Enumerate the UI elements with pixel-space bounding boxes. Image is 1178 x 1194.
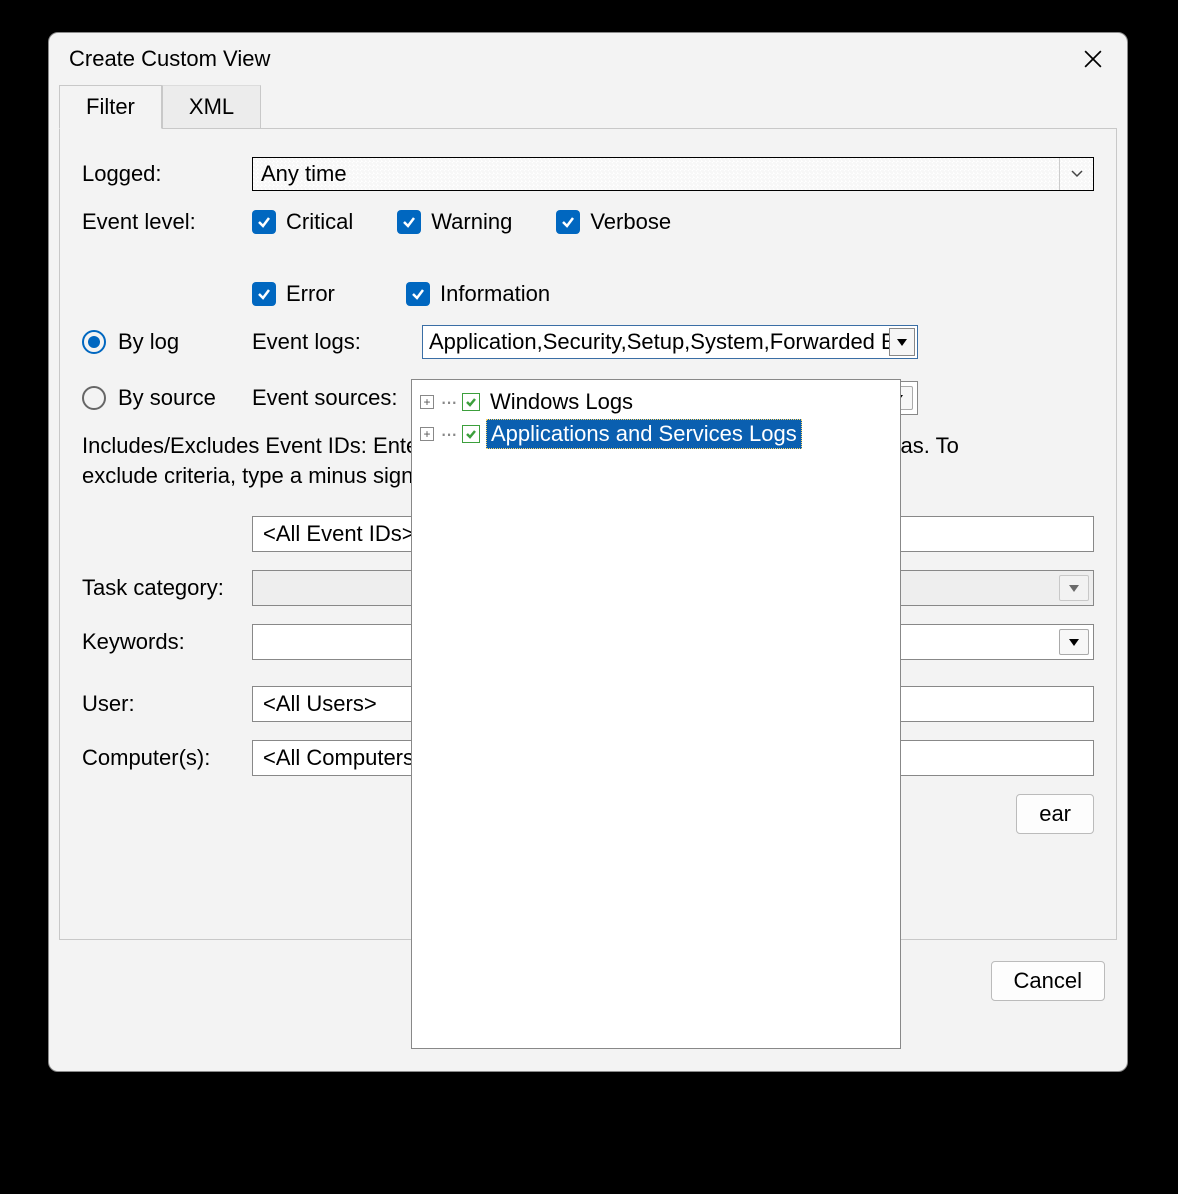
logged-select[interactable]: Any time <box>252 157 1094 191</box>
eventlogs-value: Application,Security,Setup,System,Forwar… <box>429 329 907 355</box>
check-critical[interactable]: Critical <box>252 209 353 235</box>
checkbox-icon <box>556 210 580 234</box>
label-logged: Logged: <box>82 161 252 187</box>
expand-icon[interactable]: + <box>420 395 434 409</box>
label-eventlogs: Event logs: <box>252 329 422 355</box>
label-bysource: By source <box>118 385 216 411</box>
expand-icon[interactable]: + <box>420 427 434 441</box>
dropdown-icon <box>1059 629 1089 655</box>
dropdown-icon <box>1059 575 1089 601</box>
check-error[interactable]: Error <box>252 281 362 307</box>
tree-checkbox[interactable] <box>462 393 480 411</box>
tree-label-apps[interactable]: Applications and Services Logs <box>486 419 802 449</box>
checkbox-icon <box>252 282 276 306</box>
dialog-title: Create Custom View <box>69 46 270 72</box>
checkbox-icon <box>406 282 430 306</box>
check-warning[interactable]: Warning <box>397 209 512 235</box>
eventlogs-tree-popup: + ··· Windows Logs + ··· Applications an… <box>411 379 901 1049</box>
chevron-down-icon <box>1059 158 1093 190</box>
check-information[interactable]: Information <box>406 281 550 307</box>
label-eventlevel: Event level: <box>82 209 252 235</box>
close-icon[interactable] <box>1079 45 1107 73</box>
tabs: Filter XML <box>59 85 1127 129</box>
eventlevel-checks: Critical Warning Verbose Error <box>252 209 1094 307</box>
tab-xml[interactable]: XML <box>162 85 261 129</box>
radio-bylog[interactable] <box>82 330 106 354</box>
tree-checkbox[interactable] <box>462 425 480 443</box>
tree-node-windows-logs[interactable]: + ··· Windows Logs <box>420 386 892 418</box>
check-verbose[interactable]: Verbose <box>556 209 671 235</box>
tree-node-apps-logs[interactable]: + ··· Applications and Services Logs <box>420 418 892 450</box>
radio-bysource[interactable] <box>82 386 106 410</box>
eventlogs-select[interactable]: Application,Security,Setup,System,Forwar… <box>422 325 918 359</box>
logged-value: Any time <box>261 161 347 187</box>
titlebar: Create Custom View <box>49 33 1127 81</box>
checkbox-icon <box>252 210 276 234</box>
label-computers: Computer(s): <box>82 745 252 771</box>
label-eventsources: Event sources: <box>252 385 422 411</box>
tab-filter[interactable]: Filter <box>59 85 162 129</box>
checkbox-icon <box>397 210 421 234</box>
label-taskcat: Task category: <box>82 575 252 601</box>
label-bylog: By log <box>118 329 179 355</box>
label-keywords: Keywords: <box>82 629 252 655</box>
dropdown-icon[interactable] <box>889 328 915 356</box>
label-user: User: <box>82 691 252 717</box>
dialog-window: Create Custom View Filter XML Logged: An… <box>48 32 1128 1072</box>
clear-button[interactable]: ear <box>1016 794 1094 834</box>
cancel-button[interactable]: Cancel <box>991 961 1105 1001</box>
tree-label-windows[interactable]: Windows Logs <box>486 388 637 416</box>
